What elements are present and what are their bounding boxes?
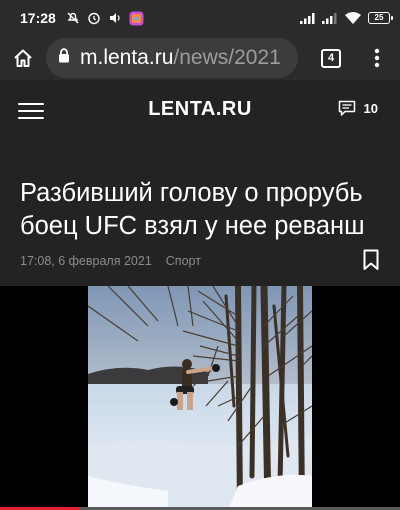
tabs-button[interactable]: 4 (308, 36, 354, 80)
status-bar: 17:28 25 (0, 0, 400, 36)
video-player[interactable] (0, 286, 400, 510)
url-path: /news/2021 (173, 46, 281, 69)
video-frame[interactable] (88, 286, 312, 510)
url-bar[interactable]: m.lenta.ru/news/2021 (46, 38, 298, 78)
article-date: 17:08, 6 февраля 2021 (20, 254, 152, 268)
lock-icon (58, 48, 70, 68)
wifi-icon (344, 11, 362, 25)
bookmark-button[interactable] (363, 249, 379, 276)
alarm-icon (87, 11, 101, 25)
comment-count: 10 (363, 101, 378, 116)
volume-icon (108, 11, 122, 25)
browser-menu-button[interactable] (354, 36, 400, 80)
more-vert-icon (374, 48, 380, 68)
signal-icon (322, 12, 338, 24)
comments-button[interactable]: 10 (338, 100, 378, 117)
url-domain: m.lenta.ru (80, 46, 174, 69)
tab-count: 4 (321, 48, 341, 68)
article-category[interactable]: Спорт (166, 254, 201, 268)
status-icons-left (66, 11, 144, 26)
site-header: LENTA.RU 10 (0, 80, 400, 142)
app-icon (129, 11, 144, 26)
browser-toolbar: m.lenta.ru/news/2021 4 (0, 36, 400, 80)
url-text: m.lenta.ru/news/2021 (80, 46, 281, 70)
home-button[interactable] (0, 36, 46, 80)
battery-level: 25 (374, 13, 384, 22)
home-icon (14, 49, 32, 67)
article-title: Разбивший голову о прорубь боец UFC взял… (20, 179, 365, 240)
video-still-image (88, 286, 312, 510)
status-time: 17:28 (20, 10, 56, 26)
no-disturb-icon (66, 11, 80, 25)
signal-icon (300, 12, 316, 24)
battery-icon: 25 (368, 12, 393, 24)
status-icons-right: 25 (300, 11, 393, 25)
article-meta: 17:08, 6 февраля 2021 Спорт (20, 254, 201, 268)
bookmark-icon (363, 249, 379, 270)
comment-icon (338, 100, 355, 116)
article-header: Разбивший голову о прорубь боец UFC взял… (0, 142, 400, 286)
